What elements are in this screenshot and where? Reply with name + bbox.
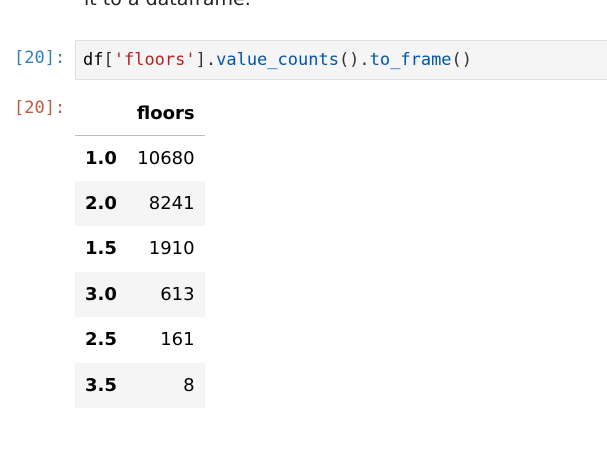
markdown-text-fragment: it to a dataframe. <box>84 0 251 10</box>
row-index: 3.5 <box>85 374 117 396</box>
input-prompt: [20]: <box>14 48 66 68</box>
table-row: 2.5 161 <box>75 317 205 363</box>
row-value: 10680 <box>137 147 195 169</box>
notebook-page: it to a dataframe. [20]: df['floors'].va… <box>0 0 607 450</box>
row-index: 2.0 <box>85 192 117 214</box>
code-cell[interactable]: df['floors'].value_counts().to_frame() <box>75 40 607 80</box>
table-row: 1.0 10680 <box>75 135 205 181</box>
output-prompt: [20]: <box>14 98 66 118</box>
row-index: 1.5 <box>85 238 117 260</box>
row-index: 1.0 <box>85 147 117 169</box>
code-string-key: 'floors' <box>113 50 196 70</box>
table-header-row: floors <box>75 92 205 136</box>
row-index: 2.5 <box>85 329 117 351</box>
table-row: 3.0 613 <box>75 271 205 317</box>
row-index: 3.0 <box>85 283 117 305</box>
code-line[interactable]: df['floors'].value_counts().to_frame() <box>83 50 472 70</box>
row-value: 8241 <box>148 192 195 214</box>
dataframe-table: floors 1.0 10680 2.0 8241 1.5 1910 3.0 6… <box>75 92 205 408</box>
table-row: 2.0 8241 <box>75 180 205 226</box>
row-value: 8 <box>183 374 195 396</box>
code-open-bracket: [ <box>103 50 114 70</box>
row-value: 161 <box>160 329 195 351</box>
row-value: 613 <box>160 283 195 305</box>
table-row: 3.5 8 <box>75 362 205 408</box>
index-header-cell <box>75 92 127 136</box>
code-call-parens-1: (). <box>338 50 370 70</box>
column-header-floors: floors <box>126 92 205 136</box>
row-value: 1910 <box>148 238 195 260</box>
code-method-to-frame: to_frame <box>369 50 452 70</box>
table-row: 1.5 1910 <box>75 226 205 272</box>
code-method-value-counts: value_counts <box>216 50 339 70</box>
code-variable: df <box>83 50 104 70</box>
code-close-bracket: ]. <box>195 50 217 70</box>
code-call-parens-2: () <box>451 50 473 70</box>
